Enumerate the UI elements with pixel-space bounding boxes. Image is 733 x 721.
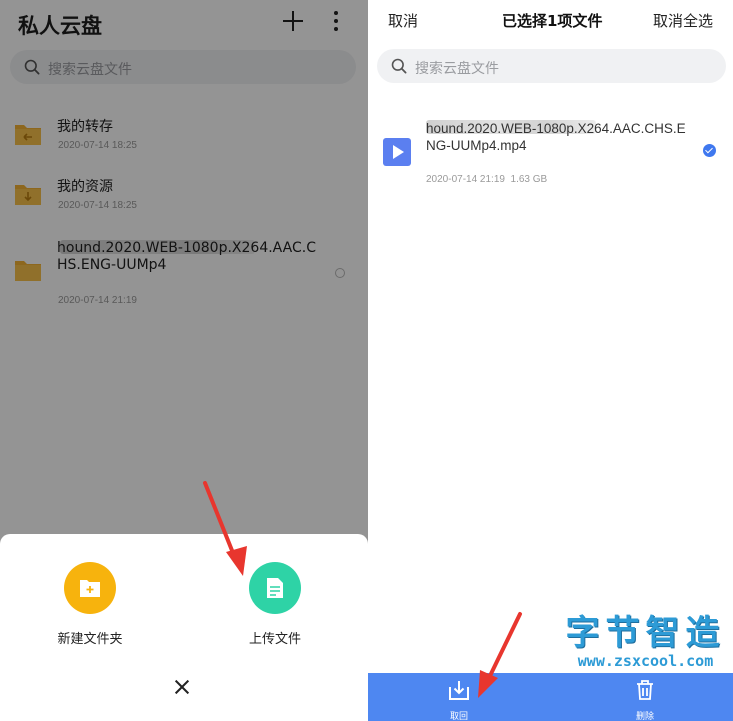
deselect-all-button[interactable]: 取消全选	[653, 10, 713, 31]
cancel-button[interactable]: 取消	[388, 10, 418, 31]
download-tray-icon	[449, 681, 469, 700]
new-folder-button[interactable]: 新建文件夹	[35, 562, 145, 647]
annotation-arrow	[478, 612, 522, 698]
new-folder-circle	[64, 562, 116, 614]
document-icon	[267, 578, 283, 598]
bottom-action-bar: 取回 删除	[368, 673, 733, 721]
selection-title: 已选择1项文件	[502, 12, 603, 30]
watermark-brand: 字节智造	[565, 613, 726, 653]
left-screen: 私人云盘 搜索云盘文件 我的转存 2020-07-14 18:25 我的资源 2…	[0, 0, 368, 721]
right-screen: 取消 已选择1项文件 取消全选 搜索云盘文件 hound.2020.WEB-10…	[368, 0, 733, 721]
search-icon	[391, 58, 407, 74]
file-meta: 2020-07-14 21:19 1.63 GB	[426, 174, 547, 185]
video-file-icon	[383, 138, 411, 166]
file-name: hound.2020.WEB-1080p.X264.AAC.CHS.ENG-UU…	[426, 121, 686, 153]
watermark: 字节智造 www.zsxcool.com	[558, 605, 733, 670]
file-size: 1.63 GB	[510, 174, 548, 185]
folder-add-icon	[80, 580, 100, 597]
delete-button[interactable]: 删除	[615, 679, 675, 721]
search-placeholder: 搜索云盘文件	[415, 61, 499, 77]
upload-file-label: 上传文件	[248, 632, 301, 647]
selected-file-row[interactable]: hound.2020.WEB-1080p.X264.AAC.CHS.ENG-UU…	[368, 110, 733, 190]
retrieve-label: 取回	[449, 712, 468, 721]
search-input[interactable]: 搜索云盘文件	[377, 49, 726, 83]
trash-icon	[637, 680, 653, 700]
watermark-url: www.zsxcool.com	[577, 652, 714, 670]
annotation-arrow	[203, 481, 247, 576]
checked-icon[interactable]	[703, 144, 716, 157]
delete-label: 删除	[635, 712, 654, 721]
file-date: 2020-07-14 21:19	[426, 174, 505, 185]
action-sheet: 新建文件夹 上传文件	[0, 534, 368, 721]
upload-circle	[249, 562, 301, 614]
close-icon[interactable]	[173, 678, 191, 696]
new-folder-label: 新建文件夹	[57, 632, 123, 647]
